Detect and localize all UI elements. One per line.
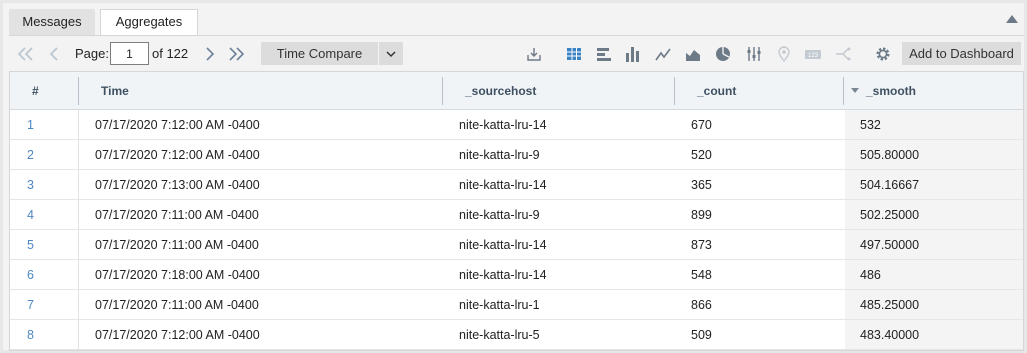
- cell-sourcehost: nite-katta-lru-9: [459, 208, 540, 222]
- cell-count: 365: [691, 178, 712, 192]
- cell-sourcehost: nite-katta-lru-14: [459, 118, 547, 132]
- export-icon[interactable]: [525, 45, 543, 63]
- cell-count: 873: [691, 238, 712, 252]
- tab-bar: Messages Aggregates: [9, 9, 1024, 36]
- cell-smooth: 505.80000: [860, 148, 920, 162]
- column-header-smooth[interactable]: _smooth: [866, 72, 916, 110]
- last-page-icon[interactable]: [225, 36, 247, 71]
- bar-chart-icon[interactable]: [595, 45, 613, 63]
- cell-count: 548: [691, 268, 712, 282]
- cell-smooth: 502.25000: [860, 208, 920, 222]
- cell-time: 07/17/2020 7:13:00 AM -0400: [95, 178, 260, 192]
- cell-smooth: 483.40000: [860, 328, 920, 342]
- time-compare-dropdown[interactable]: [379, 42, 403, 65]
- combo-icon[interactable]: [834, 45, 852, 63]
- column-header-time[interactable]: Time: [101, 72, 129, 110]
- cell-count: 670: [691, 118, 712, 132]
- row-index: 8: [27, 328, 34, 342]
- row-index: 2: [27, 148, 34, 162]
- cell-time: 07/17/2020 7:11:00 AM -0400: [95, 298, 259, 312]
- cell-time: 07/17/2020 7:11:00 AM -0400: [95, 208, 259, 222]
- table-row[interactable]: 1 07/17/2020 7:12:00 AM -0400 nite-katta…: [10, 110, 1023, 140]
- cell-sourcehost: nite-katta-lru-9: [459, 148, 540, 162]
- cell-sourcehost: nite-katta-lru-1: [459, 298, 540, 312]
- row-index: 3: [27, 178, 34, 192]
- cell-smooth: 532: [860, 118, 881, 132]
- table-header: # Time _sourcehost _count _smooth: [10, 72, 1023, 110]
- row-index: 1: [27, 118, 34, 132]
- map-icon[interactable]: [775, 45, 793, 63]
- page-number-input[interactable]: [110, 42, 149, 65]
- cell-sourcehost: nite-katta-lru-14: [459, 268, 547, 282]
- pie-chart-icon[interactable]: [714, 45, 732, 63]
- table-row[interactable]: 5 07/17/2020 7:11:00 AM -0400 nite-katta…: [10, 230, 1023, 260]
- tab-messages[interactable]: Messages: [9, 9, 95, 35]
- cell-smooth: 485.25000: [860, 298, 920, 312]
- cell-sourcehost: nite-katta-lru-14: [459, 178, 547, 192]
- table-row[interactable]: 7 07/17/2020 7:11:00 AM -0400 nite-katta…: [10, 290, 1023, 320]
- cell-smooth: 504.16667: [860, 178, 920, 192]
- column-resizer[interactable]: [442, 77, 443, 105]
- chevron-down-icon: [386, 51, 396, 58]
- table-view-icon[interactable]: [565, 45, 583, 63]
- row-index: 4: [27, 208, 34, 222]
- table-row[interactable]: 6 07/17/2020 7:18:00 AM -0400 nite-katta…: [10, 260, 1023, 290]
- results-table: # Time _sourcehost _count _smooth 1 07/1…: [9, 71, 1024, 351]
- collapse-icon[interactable]: [1006, 15, 1018, 23]
- aggregates-panel: Messages Aggregates Page: of 122 Time Co…: [0, 0, 1027, 353]
- single-value-icon[interactable]: 123: [804, 45, 822, 63]
- cell-time: 07/17/2020 7:12:00 AM -0400: [95, 328, 260, 342]
- cell-time: 07/17/2020 7:12:00 AM -0400: [95, 148, 260, 162]
- column-header-sourcehost[interactable]: _sourcehost: [465, 72, 536, 110]
- cell-sourcehost: nite-katta-lru-5: [459, 328, 540, 342]
- column-header-index[interactable]: #: [32, 72, 39, 110]
- sort-descending-icon: [851, 88, 859, 93]
- table-row[interactable]: 3 07/17/2020 7:13:00 AM -0400 nite-katta…: [10, 170, 1023, 200]
- cell-count: 509: [691, 328, 712, 342]
- cell-time: 07/17/2020 7:18:00 AM -0400: [95, 268, 260, 282]
- column-chart-icon[interactable]: [624, 45, 642, 63]
- options-icon[interactable]: [745, 45, 763, 63]
- page-label: Page:: [75, 46, 109, 61]
- first-page-icon[interactable]: [15, 36, 37, 71]
- tab-aggregates[interactable]: Aggregates: [100, 9, 198, 36]
- column-header-count[interactable]: _count: [697, 72, 736, 110]
- prev-page-icon[interactable]: [45, 36, 63, 71]
- cell-count: 520: [691, 148, 712, 162]
- cell-sourcehost: nite-katta-lru-14: [459, 238, 547, 252]
- page-count-label: of 122: [152, 46, 189, 61]
- column-resizer[interactable]: [78, 77, 79, 105]
- svg-text:123: 123: [808, 53, 819, 59]
- table-row[interactable]: 2 07/17/2020 7:12:00 AM -0400 nite-katta…: [10, 140, 1023, 170]
- cell-time: 07/17/2020 7:12:00 AM -0400: [95, 118, 260, 132]
- row-index: 7: [27, 298, 34, 312]
- cell-smooth: 497.50000: [860, 238, 920, 252]
- toolbar: Page: of 122 Time Compare: [9, 35, 1024, 70]
- next-page-icon[interactable]: [201, 36, 219, 71]
- add-to-dashboard-button[interactable]: Add to Dashboard: [902, 42, 1021, 65]
- row-index: 6: [27, 268, 34, 282]
- cell-time: 07/17/2020 7:11:00 AM -0400: [95, 238, 259, 252]
- table-row[interactable]: 8 07/17/2020 7:12:00 AM -0400 nite-katta…: [10, 320, 1023, 350]
- table-row[interactable]: 4 07/17/2020 7:11:00 AM -0400 nite-katta…: [10, 200, 1023, 230]
- column-resizer[interactable]: [674, 77, 675, 105]
- column-resizer[interactable]: [843, 77, 844, 105]
- area-chart-icon[interactable]: [684, 45, 702, 63]
- row-index: 5: [27, 238, 34, 252]
- time-compare-button[interactable]: Time Compare: [261, 42, 378, 65]
- cell-count: 899: [691, 208, 712, 222]
- gear-icon[interactable]: [874, 45, 892, 63]
- line-chart-icon[interactable]: [654, 45, 672, 63]
- cell-smooth: 486: [860, 268, 881, 282]
- cell-count: 866: [691, 298, 712, 312]
